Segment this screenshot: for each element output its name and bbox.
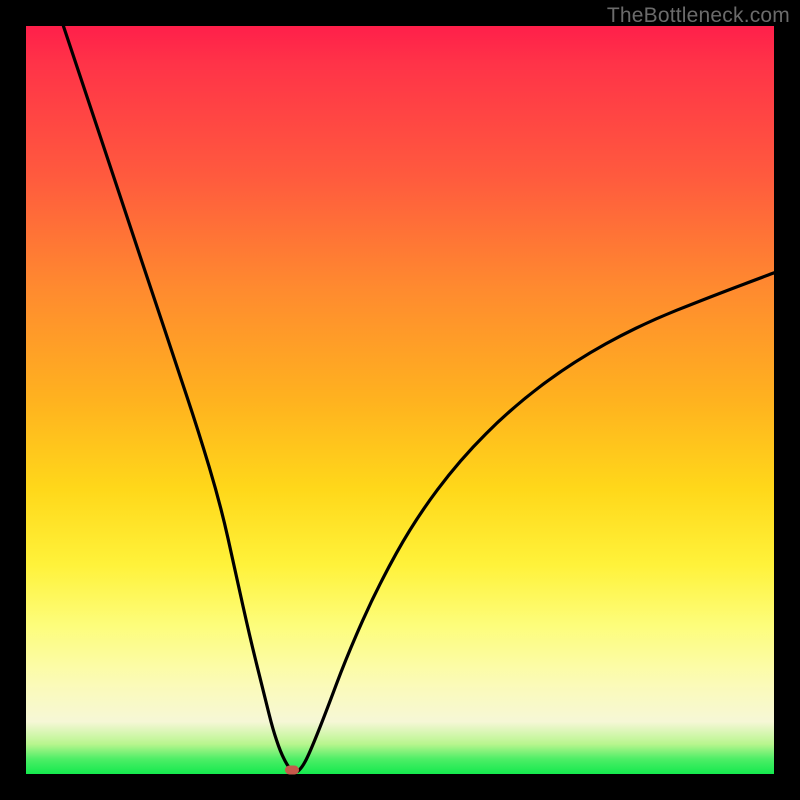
watermark-text: TheBottleneck.com [607, 4, 790, 28]
plot-area [26, 26, 774, 774]
optimum-marker [285, 765, 299, 774]
curve-svg [26, 26, 774, 774]
bottleneck-curve [63, 26, 774, 772]
chart-frame: TheBottleneck.com [0, 0, 800, 800]
